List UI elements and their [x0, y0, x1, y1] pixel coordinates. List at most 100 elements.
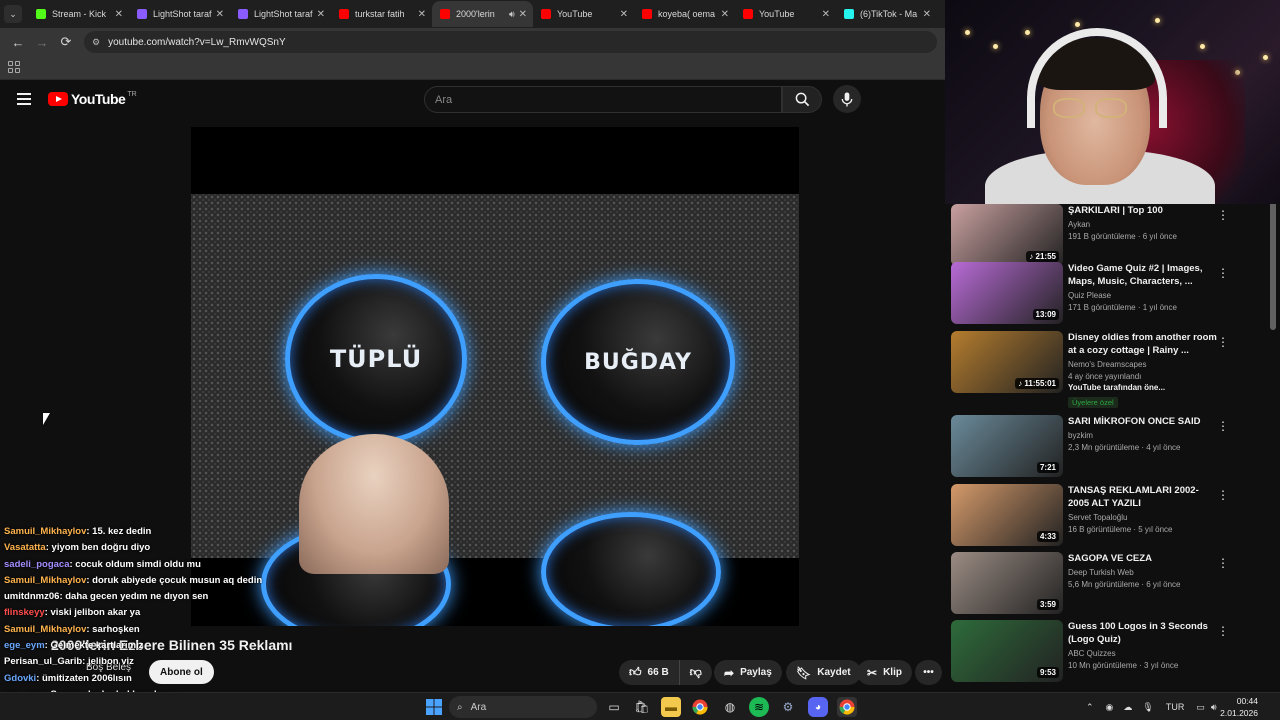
browser-tab[interactable]: 2000'lerin 🔊︎ ✕: [432, 1, 533, 27]
video-thumbnail[interactable]: 9:53: [951, 620, 1063, 682]
video-title[interactable]: SARI MİKROFON ONCE SAID: [1068, 415, 1218, 428]
video-thumbnail[interactable]: 3:59: [951, 552, 1063, 614]
browser-tab[interactable]: YouTube ✕: [735, 1, 836, 27]
more-actions-button[interactable]: •••: [915, 660, 942, 685]
tab-close-icon[interactable]: ✕: [923, 9, 931, 20]
tray-monitor-icon[interactable]: ▭: [1196, 702, 1205, 713]
more-vertical-icon[interactable]: ⋮: [1217, 419, 1229, 433]
more-vertical-icon[interactable]: ⋮: [1217, 488, 1229, 502]
tab-label: LightShot tarafından: [254, 9, 313, 19]
video-channel[interactable]: Nemo's Dreamscapes: [1068, 360, 1218, 369]
tab-close-icon[interactable]: ✕: [216, 9, 224, 20]
tab-search-icon[interactable]: ⌄: [4, 5, 22, 23]
apps-grid-icon[interactable]: [8, 61, 20, 73]
browser-tab[interactable]: turkstar fatih ✕: [331, 1, 432, 27]
youtube-logo[interactable]: YouTube TR: [48, 91, 137, 107]
chat-username[interactable]: Samuil_Mikhaylov: [4, 526, 86, 537]
chrome-active-icon[interactable]: [837, 697, 857, 717]
video-title[interactable]: Guess 100 Logos in 3 Seconds (Logo Quiz): [1068, 620, 1218, 646]
browser-tab[interactable]: Stream - Kick ✕: [28, 1, 129, 27]
chat-username[interactable]: umitdnmz06: [4, 591, 59, 602]
tab-favicon-icon: [339, 9, 349, 19]
language-indicator[interactable]: TUR: [1166, 702, 1185, 712]
more-vertical-icon[interactable]: ⋮: [1217, 335, 1229, 349]
video-title[interactable]: ŞARKILARI | Top 100: [1068, 204, 1218, 217]
more-vertical-icon[interactable]: ⋮: [1217, 208, 1229, 222]
browser-tab[interactable]: YouTube ✕: [533, 1, 634, 27]
tray-cloud-icon[interactable]: ☁: [1123, 702, 1132, 713]
video-channel[interactable]: Aykan: [1068, 220, 1218, 229]
dislike-button[interactable]: 👎︎: [679, 660, 712, 685]
back-icon[interactable]: ←: [8, 32, 28, 52]
menu-icon[interactable]: [17, 93, 31, 105]
windows-start-icon[interactable]: [424, 697, 444, 717]
search-button[interactable]: [782, 86, 822, 113]
chat-username[interactable]: Perisan_ul_Garib: [4, 656, 82, 667]
chat-username[interactable]: flinskeyy: [4, 607, 45, 618]
search-input[interactable]: [435, 93, 781, 106]
video-channel[interactable]: ABC Quizzes: [1068, 649, 1218, 658]
video-title[interactable]: SAGOPA VE CEZA: [1068, 552, 1218, 565]
video-channel[interactable]: byzkim: [1068, 431, 1218, 440]
browser-tab[interactable]: koyeba( oema ✕: [634, 1, 735, 27]
browser-tab[interactable]: LightShot tarafından ✕: [129, 1, 230, 27]
tray-network-app-icon[interactable]: ◉: [1106, 702, 1114, 713]
video-channel[interactable]: Servet Topaloğlu: [1068, 513, 1218, 522]
video-channel[interactable]: Deep Turkish Web: [1068, 568, 1218, 577]
tray-chevron-icon[interactable]: ⌃: [1086, 702, 1094, 713]
browser-tab[interactable]: LightShot tarafından ✕: [230, 1, 331, 27]
video-title[interactable]: Video Game Quiz #2 | Images, Maps, Music…: [1068, 262, 1218, 288]
tab-close-icon[interactable]: ✕: [317, 9, 325, 20]
taskbar-search[interactable]: ⌕ Ara: [449, 696, 597, 718]
steam-icon[interactable]: ⚙: [778, 697, 798, 717]
tray-mic-icon[interactable]: 🎙︎: [1142, 702, 1153, 713]
tab-close-icon[interactable]: ✕: [822, 9, 830, 20]
video-thumbnail[interactable]: ♪ 21:55: [951, 204, 1063, 266]
reload-icon[interactable]: ⟳: [56, 32, 76, 52]
store-icon[interactable]: 🛍︎: [632, 697, 652, 717]
file-explorer-icon[interactable]: ▬: [661, 697, 681, 717]
more-vertical-icon[interactable]: ⋮: [1217, 266, 1229, 280]
save-button[interactable]: 🔖︎ Kaydet: [786, 660, 861, 685]
share-button[interactable]: ➦ Paylaş: [714, 660, 782, 685]
more-vertical-icon[interactable]: ⋮: [1217, 556, 1229, 570]
taskbar-clock[interactable]: 00:44 2.01.2026: [1206, 695, 1258, 719]
chat-username[interactable]: Samuil_Mikhaylov: [4, 575, 86, 586]
video-title[interactable]: TANSAŞ REKLAMLARI 2002-2005 ALT YAZILI: [1068, 484, 1218, 510]
chat-username[interactable]: Vasatatta: [4, 542, 46, 553]
chrome-icon[interactable]: [690, 697, 710, 717]
video-thumbnail[interactable]: 7:21: [951, 415, 1063, 477]
video-thumbnail[interactable]: 13:09: [951, 262, 1063, 324]
forward-icon[interactable]: →: [32, 32, 52, 52]
tab-audio-icon[interactable]: 🔊︎: [509, 9, 515, 20]
discord-icon[interactable]: ◕: [808, 697, 828, 717]
more-vertical-icon[interactable]: ⋮: [1217, 624, 1229, 638]
video-channel[interactable]: Quiz Please: [1068, 291, 1218, 300]
spotify-icon[interactable]: ≋: [749, 697, 769, 717]
chat-message: Gdovki: ümitizaten 2006lısın: [4, 671, 304, 687]
chat-username[interactable]: sadeli_pogaca: [4, 559, 69, 570]
video-thumbnail[interactable]: 4:33: [951, 484, 1063, 546]
task-view-icon[interactable]: ▭: [604, 697, 624, 717]
site-settings-icon[interactable]: ⚙: [92, 37, 100, 48]
chat-username[interactable]: Gdovki: [4, 673, 36, 684]
tab-close-icon[interactable]: ✕: [620, 9, 628, 20]
sidebar-scrollbar[interactable]: [1270, 200, 1276, 330]
voice-search-button[interactable]: [833, 85, 861, 113]
obs-icon[interactable]: ◍: [720, 697, 740, 717]
like-button[interactable]: 👍︎ 66 B: [619, 660, 680, 685]
thumbs-up-icon: 👍︎: [629, 665, 642, 679]
chat-username[interactable]: Samuil_Mikhaylov: [4, 624, 86, 635]
clip-button[interactable]: ✂ Klip: [857, 660, 912, 685]
webcam-overlay: [945, 0, 1280, 204]
tab-close-icon[interactable]: ✕: [115, 9, 123, 20]
video-thumbnail[interactable]: ♪ 11:55:01: [951, 331, 1063, 393]
tab-close-icon[interactable]: ✕: [721, 9, 729, 20]
browser-tab[interactable]: (6)TikTok - Ma ✕: [836, 1, 937, 27]
video-button-right: BUĞDAY: [541, 279, 735, 445]
video-title[interactable]: Disney oldies from another room at a coz…: [1068, 331, 1218, 357]
chat-username[interactable]: ege_eym: [4, 640, 45, 651]
tab-close-icon[interactable]: ✕: [418, 9, 426, 20]
url-field[interactable]: ⚙ youtube.com/watch?v=Lw_RmvWQSnY: [84, 31, 937, 53]
tab-close-icon[interactable]: ✕: [519, 9, 527, 20]
